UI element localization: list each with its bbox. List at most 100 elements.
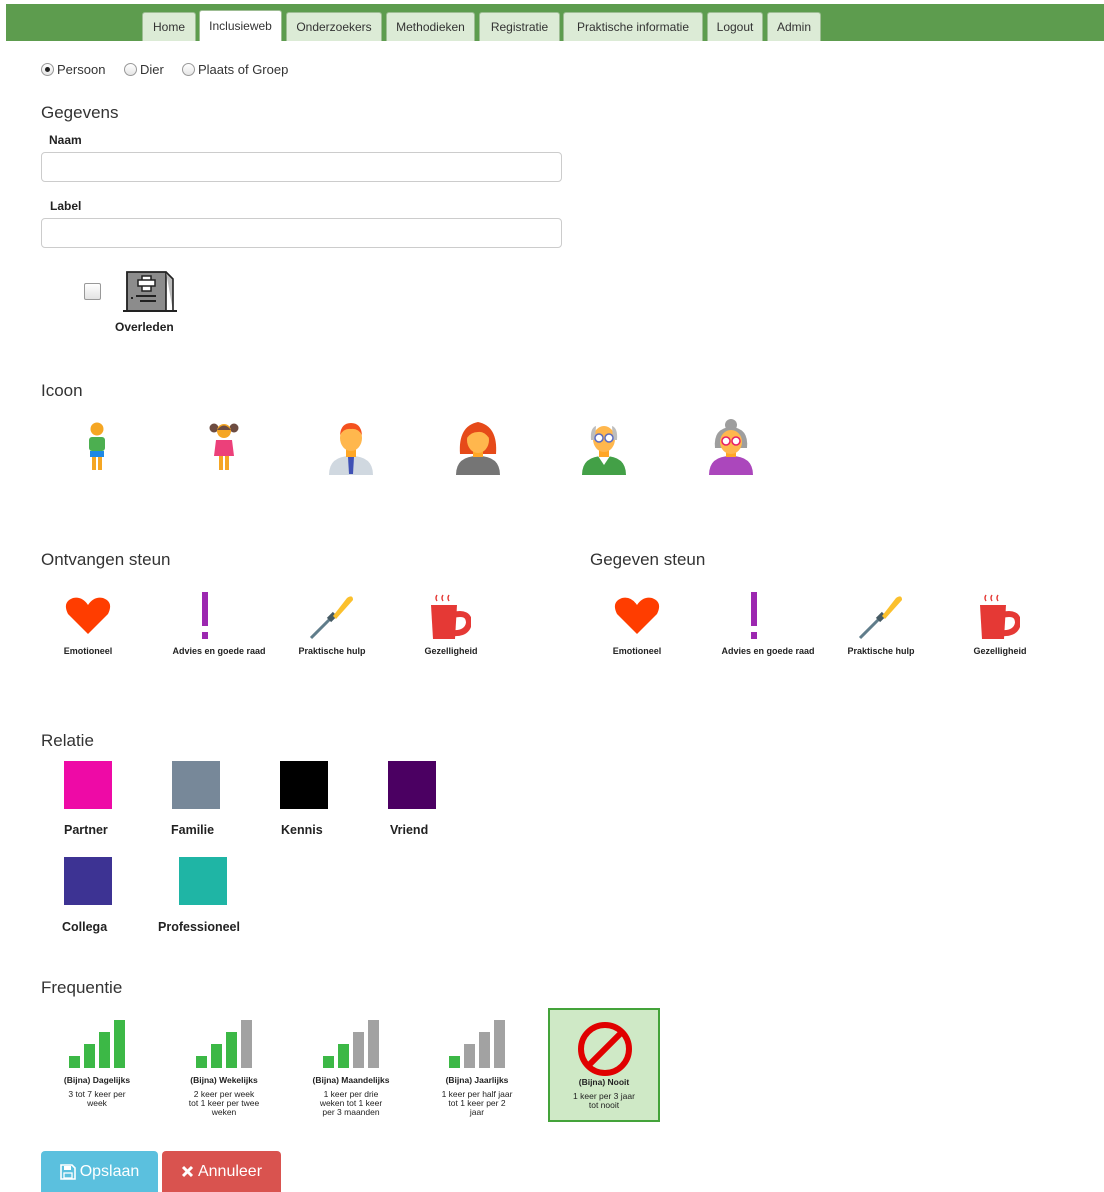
label-input[interactable] (41, 218, 562, 248)
radio-plaats-label: Plaats of Groep (198, 62, 289, 77)
annuleer-button[interactable]: Annuleer (162, 1151, 281, 1192)
relatie-partner-label: Partner (64, 823, 108, 837)
gegeven-gezelligheid-label: Gezelligheid (973, 646, 1027, 656)
signal-bar (479, 1032, 490, 1068)
signal-bar (338, 1044, 349, 1068)
signal-bar (196, 1056, 207, 1068)
tab-home[interactable]: Home (142, 12, 196, 41)
girl-icon[interactable] (208, 422, 240, 474)
tab-onderzoekers[interactable]: Onderzoekers (286, 12, 382, 41)
relatie-kennis-label: Kennis (281, 823, 323, 837)
signal-bars-icon (196, 1020, 252, 1068)
ontvangen-gezelligheid-label: Gezelligheid (424, 646, 478, 656)
relatie-collega-label: Collega (62, 920, 108, 934)
signal-bar (323, 1056, 334, 1068)
tab-inclusieweb[interactable]: Inclusieweb (199, 10, 282, 41)
prohibited-icon (578, 1022, 632, 1076)
gegeven-advies-label: Advies en goede raad (721, 646, 815, 656)
woman-icon[interactable] (454, 418, 502, 476)
frequentie-nooit-desc: 1 keer per 3 jaar tot nooit (573, 1091, 635, 1110)
relatie-familie-swatch[interactable] (172, 761, 220, 809)
exclamation-icon[interactable] (747, 592, 761, 640)
screwdriver-icon[interactable] (309, 594, 355, 640)
gegeven-emotioneel-label: Emotioneel (612, 646, 662, 656)
old-man-icon[interactable] (580, 418, 628, 476)
frequentie-maandelijks-desc: 1 keer per drie weken tot 1 keer per 3 m… (319, 1089, 383, 1117)
radio-dier-label: Dier (140, 62, 164, 77)
opslaan-button[interactable]: Opslaan (41, 1151, 158, 1192)
frequentie-wekelijks-title: (Bijna) Wekelijks (190, 1075, 258, 1085)
mug-icon[interactable] (978, 593, 1020, 641)
signal-bar (241, 1020, 252, 1068)
frequentie-nooit-option[interactable]: (Bijna) Nooit 1 keer per 3 jaar tot nooi… (548, 1008, 660, 1122)
frequentie-maandelijks-option[interactable]: (Bijna) Maandelijks 1 keer per drie weke… (295, 1008, 407, 1122)
relatie-professioneel-swatch[interactable] (179, 857, 227, 905)
signal-bar (84, 1044, 95, 1068)
label-label: Label (50, 199, 82, 213)
frequentie-maandelijks-title: (Bijna) Maandelijks (312, 1075, 390, 1085)
gegeven-praktische-hulp-label: Praktische hulp (847, 646, 915, 656)
signal-bar (226, 1032, 237, 1068)
radio-persoon-control[interactable] (41, 63, 54, 76)
tab-logout[interactable]: Logout (707, 12, 763, 41)
heart-icon[interactable] (65, 597, 111, 635)
radio-plaats-of-groep[interactable]: Plaats of Groep (182, 62, 288, 77)
frequentie-nooit-title: (Bijna) Nooit (578, 1077, 630, 1087)
tab-registratie[interactable]: Registratie (479, 12, 560, 41)
signal-bars-icon (69, 1020, 125, 1068)
relatie-partner-swatch[interactable] (64, 761, 112, 809)
signal-bars-icon (323, 1020, 379, 1068)
old-woman-icon[interactable] (707, 418, 755, 476)
signal-bar (368, 1020, 379, 1068)
tab-methodieken[interactable]: Methodieken (386, 12, 475, 41)
tombstone-icon (123, 271, 177, 312)
screwdriver-icon[interactable] (858, 594, 904, 640)
radio-plaats-control[interactable] (182, 63, 195, 76)
ontvangen-praktische-hulp-label: Praktische hulp (298, 646, 366, 656)
section-title-gegeven-steun: Gegeven steun (590, 550, 706, 569)
heart-icon[interactable] (614, 597, 660, 635)
frequentie-dagelijks-title: (Bijna) Dagelijks (63, 1075, 131, 1085)
radio-persoon[interactable]: Persoon (41, 62, 105, 77)
frequentie-dagelijks-option[interactable]: (Bijna) Dagelijks 3 tot 7 keer per week (41, 1008, 153, 1122)
mug-icon[interactable] (429, 593, 471, 641)
naam-input[interactable] (41, 152, 562, 182)
man-icon[interactable] (327, 418, 375, 476)
radio-dier[interactable]: Dier (124, 62, 164, 77)
relatie-kennis-swatch[interactable] (280, 761, 328, 809)
naam-label: Naam (49, 133, 82, 147)
relatie-familie-label: Familie (171, 823, 215, 837)
floppy-disk-icon (59, 1163, 76, 1180)
radio-dier-control[interactable] (124, 63, 137, 76)
relatie-collega-swatch[interactable] (64, 857, 112, 905)
ontvangen-emotioneel-label: Emotioneel (63, 646, 113, 656)
signal-bar (99, 1032, 110, 1068)
section-title-relatie: Relatie (41, 731, 94, 750)
opslaan-button-label: Opslaan (79, 1162, 140, 1180)
overleden-checkbox[interactable] (84, 283, 101, 300)
section-title-gegevens: Gegevens (41, 103, 119, 122)
frequentie-jaarlijks-option[interactable]: (Bijna) Jaarlijks 1 keer per half jaar t… (421, 1008, 533, 1122)
signal-bar (449, 1056, 460, 1068)
signal-bar (353, 1032, 364, 1068)
tab-praktische-informatie[interactable]: Praktische informatie (563, 12, 703, 41)
tab-admin[interactable]: Admin (767, 12, 821, 41)
overleden-label: Overleden (115, 320, 174, 334)
relatie-vriend-label: Vriend (390, 823, 429, 837)
section-title-frequentie: Frequentie (41, 978, 123, 997)
annuleer-button-label: Annuleer (197, 1162, 263, 1180)
signal-bar (494, 1020, 505, 1068)
radio-persoon-label: Persoon (57, 62, 106, 77)
boy-icon[interactable] (86, 422, 108, 474)
exclamation-icon[interactable] (198, 592, 212, 640)
relatie-vriend-swatch[interactable] (388, 761, 436, 809)
relatie-professioneel-label: Professioneel (158, 920, 240, 934)
section-title-ontvangen-steun: Ontvangen steun (41, 550, 171, 569)
section-title-icoon: Icoon (41, 381, 83, 400)
frequentie-jaarlijks-desc: 1 keer per half jaar tot 1 keer per 2 ja… (441, 1089, 513, 1117)
frequentie-dagelijks-desc: 3 tot 7 keer per week (68, 1089, 126, 1108)
signal-bar (114, 1020, 125, 1068)
ontvangen-advies-label: Advies en goede raad (172, 646, 266, 656)
signal-bar (211, 1044, 222, 1068)
frequentie-wekelijks-option[interactable]: (Bijna) Wekelijks 2 keer per week tot 1 … (168, 1008, 280, 1122)
